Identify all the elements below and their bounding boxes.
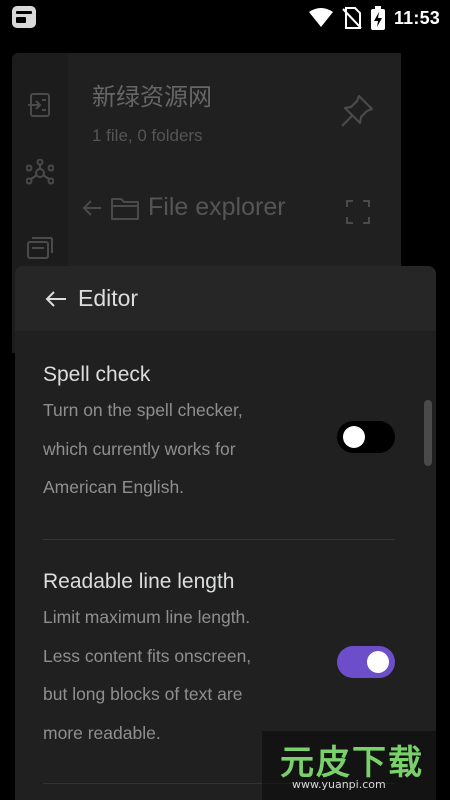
graph-view-icon[interactable]: [26, 159, 54, 187]
toggle-knob: [367, 651, 389, 673]
folder-icon: [111, 197, 139, 220]
toggle-knob: [343, 426, 365, 448]
back-arrow-icon[interactable]: [43, 286, 69, 312]
divider: [43, 539, 395, 540]
modal-header: Editor: [15, 266, 436, 332]
expand-icon[interactable]: [345, 199, 371, 225]
file-explorer-label: File explorer: [148, 193, 286, 221]
settings-list: Spell check Turn on the spell checker, w…: [15, 332, 436, 800]
app-icon: [12, 6, 36, 28]
command-palette-icon[interactable]: [26, 233, 54, 261]
file-explorer-row[interactable]: File explorer: [82, 193, 286, 222]
setting-description: Limit maximum line length. Less content …: [43, 607, 252, 743]
watermark-url: www.yuanpi.com: [292, 778, 386, 791]
back-arrow-icon[interactable]: [82, 198, 102, 218]
no-sim-icon: [342, 7, 362, 29]
vault-title[interactable]: 新绿资源网: [92, 77, 212, 112]
clock: 11:53: [393, 7, 440, 28]
watermark: 元皮下载 www.yuanpi.com: [262, 731, 436, 800]
open-vault-icon[interactable]: [26, 91, 54, 119]
vault-meta: 1 file, 0 folders: [92, 126, 203, 145]
status-bar: 11:53: [0, 0, 450, 36]
setting-name: Readable line length: [43, 570, 235, 593]
settings-modal: Editor Spell check Turn on the spell che…: [15, 266, 436, 800]
spell-check-toggle[interactable]: [337, 421, 395, 453]
modal-title: Editor: [78, 285, 139, 311]
battery-charging-icon: [370, 6, 385, 30]
readable-line-length-toggle[interactable]: [337, 646, 395, 678]
wifi-icon: [308, 8, 333, 27]
status-icons: 11:53: [308, 6, 440, 30]
setting-name: Spell check: [43, 363, 151, 386]
watermark-logo: 元皮下载: [280, 743, 424, 783]
scrollbar[interactable]: [424, 400, 432, 466]
pin-icon[interactable]: [339, 93, 375, 129]
